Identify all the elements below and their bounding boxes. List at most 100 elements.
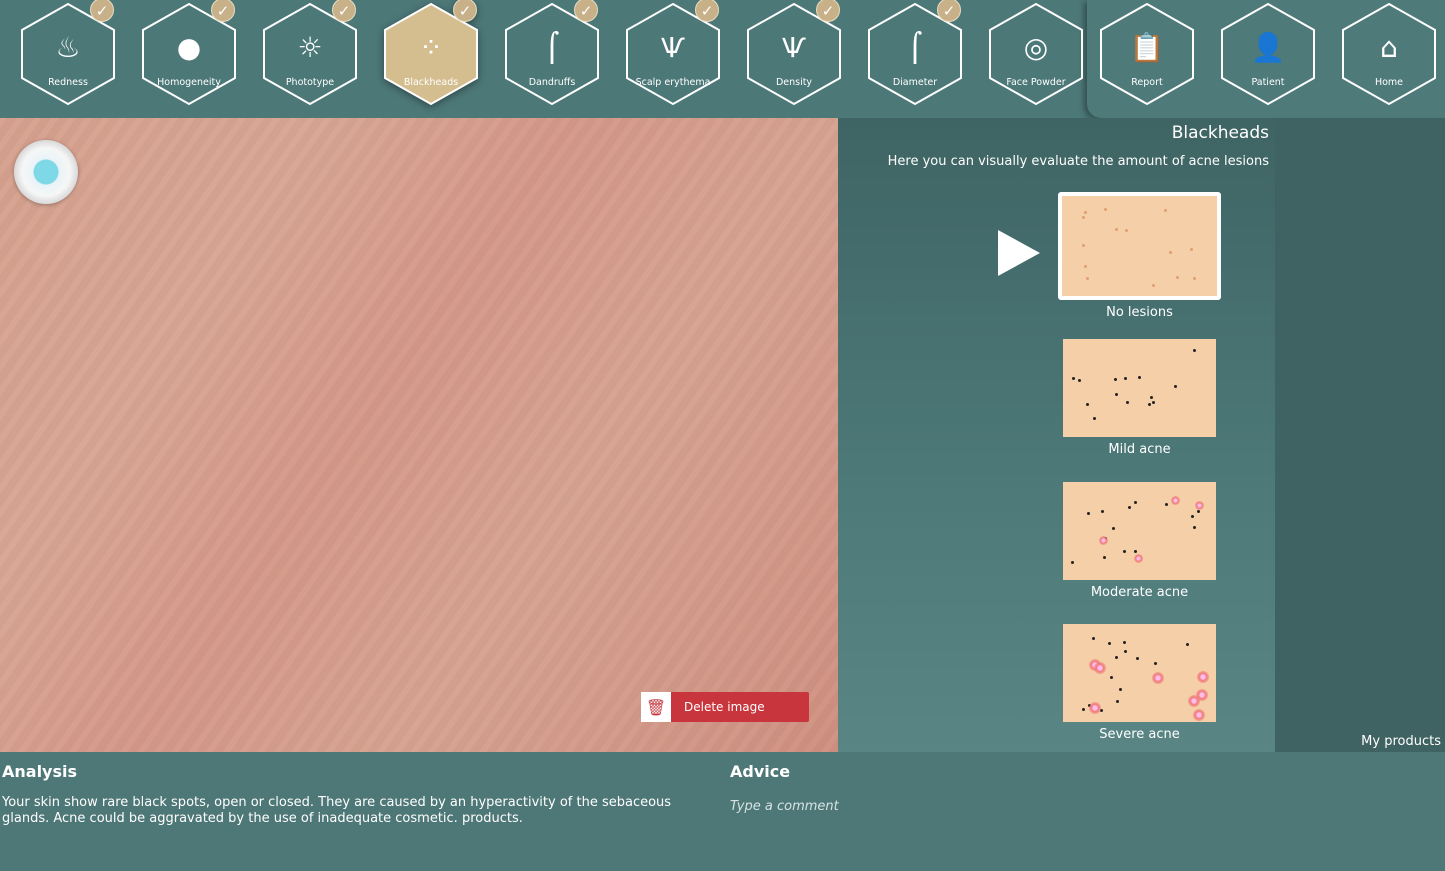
nav-dandruffs[interactable]: ⌠ Dandruffs ✓ [504,0,600,106]
skin-image: 🗑 Delete image [0,118,838,752]
sun-icon: ☼ [297,31,323,64]
spot [1087,512,1091,516]
spot [1124,649,1128,653]
nav-redness[interactable]: ♨ Redness ✓ [20,0,116,106]
advice-section: Advice [730,762,1230,814]
delete-image-label: Delete image [684,700,765,714]
home-icon: ⌂ [1380,31,1398,64]
spot [1103,555,1107,559]
analysis-text: Your skin show rare black spots, open or… [2,795,672,826]
hair-tuft-icon: Ѱ [661,31,685,64]
nav-label: Homogeneity [157,77,221,88]
spot [1196,510,1200,514]
nav-report[interactable]: 📋 Report [1099,2,1195,106]
spot [1176,275,1180,279]
camera-lens-button[interactable] [14,140,78,204]
lesion [1093,662,1106,675]
lesion [1195,500,1205,510]
option-mild-acne[interactable]: Mild acne [1063,339,1216,457]
spot [1148,402,1152,406]
nav-label: Patient [1251,77,1285,88]
spot [1072,377,1076,381]
play-icon[interactable] [998,230,1040,276]
spot [1125,228,1129,232]
nav-patient[interactable]: 👤 Patient [1220,2,1316,106]
spot [1126,401,1130,405]
spot [1164,209,1168,213]
person-icon: 👤 [1250,31,1286,64]
option-severe-acne[interactable]: Severe acne [1063,624,1216,742]
comment-input[interactable] [730,799,1230,814]
lesion [1134,553,1144,563]
nav-density[interactable]: Ѱ Density ✓ [746,0,842,106]
nav-homogeneity[interactable]: ● Homogeneity ✓ [141,0,237,106]
spot [1123,640,1127,644]
spot [1113,377,1117,381]
option-no-lesions[interactable]: No lesions [1058,192,1221,320]
nav-scalp-erythema[interactable]: Ѱ Scalp erythema ✓ [625,0,721,106]
spot [1133,550,1137,554]
spot [1114,392,1118,396]
nav-blackheads[interactable]: ⁘ Blackheads ✓ [383,0,479,106]
spot [1082,707,1086,711]
spot [1108,642,1112,646]
nav-label: Redness [48,77,88,88]
nav-diameter[interactable]: ⌠ Diameter ✓ [867,0,963,106]
lesion [1193,708,1206,721]
lesion [1196,689,1209,702]
nav-label: Phototype [285,77,335,88]
option-label: Severe acne [1099,727,1180,742]
nav-label: Dandruffs [528,77,576,88]
spot [1081,244,1085,248]
clipboard-icon: 📋 [1129,31,1165,64]
option-thumbnail [1058,192,1221,300]
option-thumbnail [1063,339,1216,437]
option-label: No lesions [1106,305,1173,320]
nav-face-powder[interactable]: ◎ Face Powder [988,2,1084,106]
trash-icon: 🗑 [641,692,671,722]
spot [1114,228,1118,232]
panel-subtitle: Here you can visually evaluate the amoun… [887,154,1269,169]
nav-phototype[interactable]: ☼ Phototype ✓ [262,0,358,106]
nav-label: Blackheads [403,77,459,88]
spot [1153,662,1157,665]
spot [1124,377,1128,381]
nav-label: Diameter [892,77,938,88]
option-moderate-acne[interactable]: Moderate acne [1063,481,1216,600]
hair-density-icon: Ѱ [782,31,806,64]
spot [1193,348,1197,352]
compact-icon: ◎ [1023,31,1049,64]
spot [1173,385,1177,389]
spot [1137,376,1141,380]
advice-title: Advice [730,762,791,781]
dots-icon: ⁘ [419,31,443,64]
lesion [1151,671,1164,684]
hair-diameter-icon: ⌠ [907,31,923,64]
option-label: Mild acne [1108,442,1171,457]
analysis-title: Analysis [2,762,78,781]
spot [1151,283,1155,287]
spot [1123,550,1127,554]
lesion [1197,671,1210,684]
nav-home[interactable]: ⌂ Home [1341,2,1437,106]
my-products-link[interactable]: My products [1361,734,1441,749]
spot [1104,208,1108,212]
products-column [1275,118,1445,752]
spot [1081,215,1085,219]
hair-flakes-icon: ⌠ [544,31,560,64]
spot [1149,396,1153,400]
spot [1192,525,1196,529]
spot [1086,276,1090,280]
spot [1135,656,1139,660]
spot [1185,643,1189,647]
spot [1083,264,1087,268]
spot [1127,505,1131,509]
spot [1110,675,1114,679]
spot [1189,247,1193,251]
nav-label: Face Powder [1006,77,1066,88]
spot [1093,417,1097,421]
spot [1118,687,1122,691]
panel-title: Blackheads [1171,123,1269,143]
option-label: Moderate acne [1090,584,1189,600]
delete-image-button[interactable]: 🗑 Delete image [641,692,809,722]
